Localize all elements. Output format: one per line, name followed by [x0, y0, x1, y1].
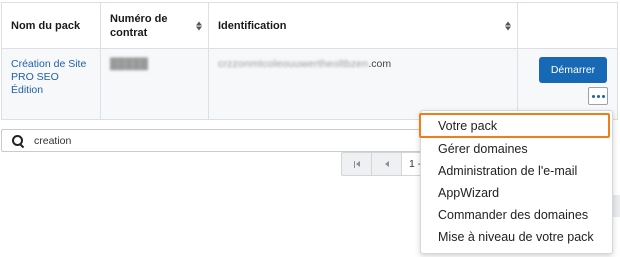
- domain-value: crzzonmtcoleouuwertheoltbzen.com: [218, 58, 391, 70]
- column-header-label: Identification: [218, 19, 287, 32]
- first-page-icon[interactable]: [342, 153, 372, 175]
- column-header-pack-name[interactable]: Nom du pack: [2, 3, 101, 48]
- table-header-row: Nom du pack Numéro de contrat Identifica…: [2, 3, 617, 49]
- sort-icon[interactable]: [505, 21, 511, 30]
- ellipsis-icon[interactable]: [588, 87, 608, 105]
- pack-name-cell: Création de Site PRO SEO Édition: [2, 49, 101, 119]
- pack-name-line: Création de Site: [11, 58, 87, 70]
- search-input[interactable]: [34, 134, 394, 147]
- column-header-label: Numéro de contrat: [110, 12, 168, 39]
- actions-dropdown-menu: Votre pack Gérer domaines Administration…: [419, 110, 613, 254]
- identification-cell: crzzonmtcoleouuwertheoltbzen.com: [209, 49, 518, 119]
- packs-table: Nom du pack Numéro de contrat Identifica…: [1, 2, 618, 120]
- column-header-contract-number[interactable]: Numéro de contrat: [101, 3, 209, 48]
- pack-name-line: PRO SEO: [11, 71, 59, 83]
- menu-item-email-admin[interactable]: Administration de l'e-mail: [421, 160, 612, 182]
- pack-name-link[interactable]: Création de Site PRO SEO Édition: [11, 58, 91, 97]
- search-bar[interactable]: [1, 129, 423, 152]
- table-row: Création de Site PRO SEO Édition █████ c…: [2, 49, 617, 119]
- actions-cell: Démarrer: [518, 49, 617, 119]
- pack-name-line: Édition: [11, 84, 44, 96]
- contract-number-cell: █████: [101, 49, 209, 119]
- sort-icon[interactable]: [196, 21, 202, 30]
- prev-page-icon[interactable]: [372, 153, 402, 175]
- contract-number-value: █████: [110, 58, 149, 70]
- menu-item-appwizard[interactable]: AppWizard: [421, 182, 612, 204]
- column-header-label: Nom du pack: [11, 19, 81, 32]
- domain-blurred: crzzonmtcoleouuwertheoltbzen: [218, 58, 369, 70]
- start-button[interactable]: Démarrer: [539, 57, 607, 83]
- domain-suffix: .com: [368, 58, 392, 70]
- search-icon: [12, 134, 24, 147]
- column-header-identification[interactable]: Identification: [209, 3, 518, 48]
- menu-item-gerer-domaines[interactable]: Gérer domaines: [421, 138, 612, 160]
- column-header-actions: [518, 3, 617, 48]
- menu-item-votre-pack[interactable]: Votre pack: [419, 113, 610, 138]
- menu-item-order-domains[interactable]: Commander des domaines: [421, 204, 612, 226]
- menu-item-upgrade-pack[interactable]: Mise à niveau de votre pack: [421, 226, 612, 248]
